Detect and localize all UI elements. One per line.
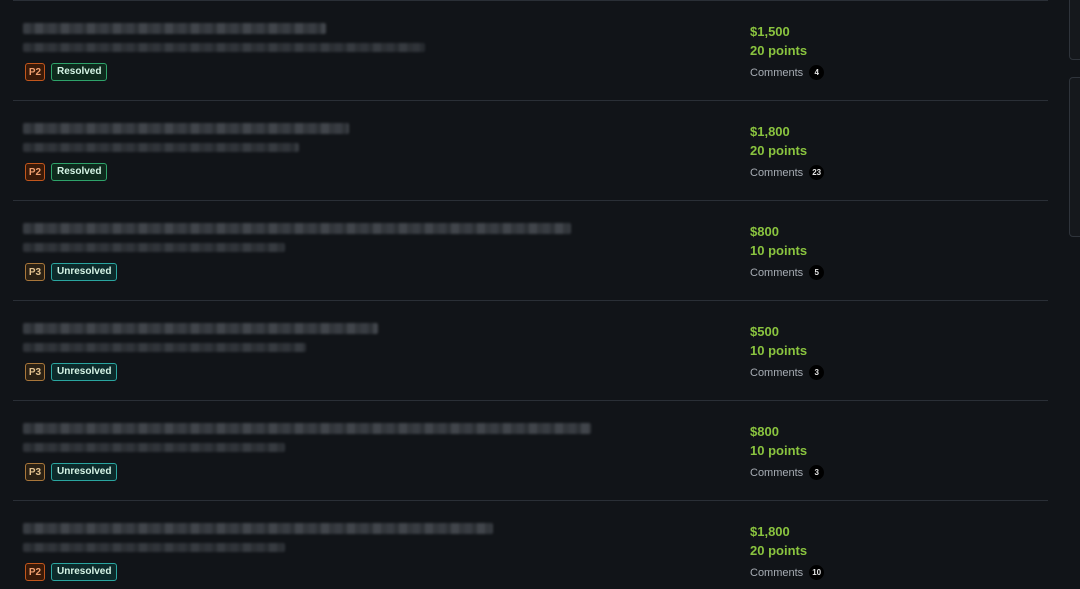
comments-link[interactable]: Comments 4 — [750, 65, 825, 80]
report-badges: P2 Resolved — [25, 63, 108, 81]
comments-count: 3 — [809, 365, 825, 380]
priority-badge: P3 — [25, 463, 45, 481]
report-row[interactable]: P2 Resolved $1,500 20 points Comments 4 — [13, 0, 1048, 100]
redacted-subtitle — [23, 243, 285, 252]
comments-count: 3 — [809, 465, 825, 480]
points-value: 10 points — [750, 443, 808, 458]
comments-label: Comments — [750, 466, 804, 479]
redacted-title[interactable] — [23, 23, 326, 34]
comments-link[interactable]: Comments 5 — [750, 265, 825, 280]
bounty-amount: $800 — [750, 424, 779, 439]
report-badges: P2 Resolved — [25, 163, 108, 181]
status-badge: Unresolved — [51, 363, 118, 381]
comments-label: Comments — [750, 566, 804, 579]
redacted-subtitle — [23, 343, 306, 352]
priority-badge: P3 — [25, 363, 45, 381]
redacted-title[interactable] — [23, 223, 571, 234]
status-badge: Resolved — [51, 163, 108, 181]
points-value: 20 points — [750, 43, 808, 58]
comments-count: 5 — [809, 265, 825, 280]
priority-badge: P2 — [25, 163, 45, 181]
comments-label: Comments — [750, 66, 804, 79]
bounty-amount: $1,500 — [750, 24, 790, 39]
comments-label: Comments — [750, 266, 804, 279]
report-list: P2 Resolved $1,500 20 points Comments 4 … — [13, 0, 1048, 589]
comments-label: Comments — [750, 166, 804, 179]
report-badges: P3 Unresolved — [25, 463, 118, 481]
redacted-subtitle — [23, 543, 285, 552]
comments-label: Comments — [750, 366, 804, 379]
side-panel-card — [1069, 77, 1080, 237]
report-badges: P2 Unresolved — [25, 563, 118, 581]
comments-link[interactable]: Comments 3 — [750, 365, 825, 380]
comments-link[interactable]: Comments 10 — [750, 565, 825, 580]
comments-count: 10 — [809, 565, 825, 580]
redacted-title[interactable] — [23, 323, 378, 334]
points-value: 10 points — [750, 343, 808, 358]
status-badge: Unresolved — [51, 563, 118, 581]
priority-badge: P2 — [25, 563, 45, 581]
status-badge: Unresolved — [51, 263, 118, 281]
page: P2 Resolved $1,500 20 points Comments 4 … — [0, 0, 1080, 589]
bounty-amount: $1,800 — [750, 524, 790, 539]
points-value: 20 points — [750, 543, 808, 558]
priority-badge: P3 — [25, 263, 45, 281]
redacted-subtitle — [23, 43, 425, 52]
status-badge: Resolved — [51, 63, 108, 81]
redacted-title[interactable] — [23, 423, 591, 434]
side-panel-card — [1069, 0, 1080, 60]
report-row[interactable]: P2 Resolved $1,800 20 points Comments 23 — [13, 100, 1048, 200]
points-value: 10 points — [750, 243, 808, 258]
report-row[interactable]: P2 Unresolved $1,800 20 points Comments … — [13, 500, 1048, 589]
report-row[interactable]: P3 Unresolved $500 10 points Comments 3 — [13, 300, 1048, 400]
bounty-amount: $500 — [750, 324, 779, 339]
redacted-title[interactable] — [23, 123, 349, 134]
comments-link[interactable]: Comments 23 — [750, 165, 825, 180]
comments-link[interactable]: Comments 3 — [750, 465, 825, 480]
report-row[interactable]: P3 Unresolved $800 10 points Comments 5 — [13, 200, 1048, 300]
bounty-amount: $800 — [750, 224, 779, 239]
report-badges: P3 Unresolved — [25, 363, 118, 381]
report-badges: P3 Unresolved — [25, 263, 118, 281]
status-badge: Unresolved — [51, 463, 118, 481]
points-value: 20 points — [750, 143, 808, 158]
redacted-title[interactable] — [23, 523, 493, 534]
priority-badge: P2 — [25, 63, 45, 81]
bounty-amount: $1,800 — [750, 124, 790, 139]
comments-count: 4 — [809, 65, 825, 80]
redacted-subtitle — [23, 443, 285, 452]
redacted-subtitle — [23, 143, 299, 152]
report-row[interactable]: P3 Unresolved $800 10 points Comments 3 — [13, 400, 1048, 500]
comments-count: 23 — [809, 165, 825, 180]
